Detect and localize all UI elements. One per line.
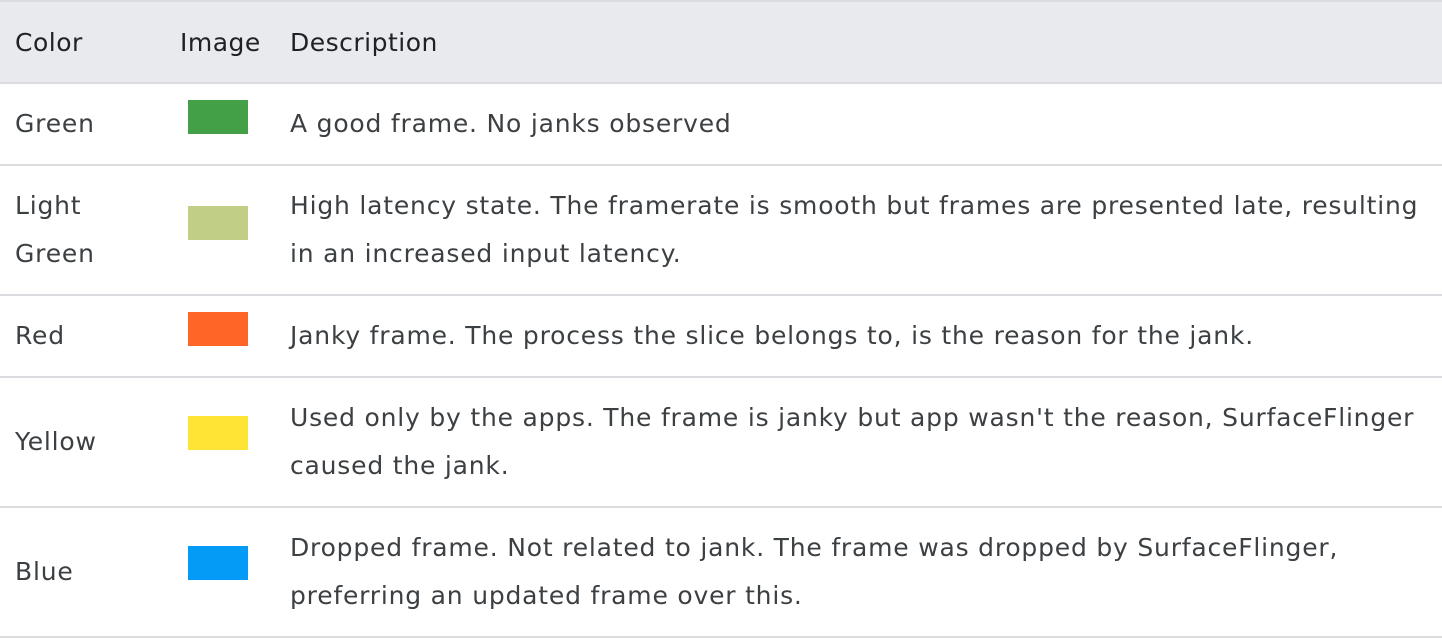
- frame-color-legend-table: Color Image Description Green A good fra…: [0, 0, 1442, 638]
- header-row: Color Image Description: [0, 0, 1442, 84]
- table-row: Light Green High latency state. The fram…: [0, 165, 1442, 296]
- color-name-cell: Green: [0, 83, 165, 166]
- header-image: Image: [165, 0, 275, 84]
- description-cell: A good frame. No janks observed: [275, 83, 1442, 166]
- table-row: Yellow Used only by the apps. The frame …: [0, 377, 1442, 508]
- header-color: Color: [0, 0, 165, 84]
- table-row: Blue Dropped frame. Not related to jank.…: [0, 507, 1442, 638]
- table-row: Red Janky frame. The process the slice b…: [0, 295, 1442, 378]
- color-name-cell: Red: [0, 295, 165, 378]
- description-cell: High latency state. The framerate is smo…: [275, 165, 1442, 296]
- header-description: Description: [275, 0, 1442, 84]
- description-cell: Dropped frame. Not related to jank. The …: [275, 507, 1442, 638]
- table-row: Green A good frame. No janks observed: [0, 83, 1442, 166]
- swatch-cell: [165, 295, 275, 378]
- table-header: Color Image Description: [0, 0, 1442, 84]
- yellow-swatch: [188, 416, 248, 450]
- light-green-swatch: [188, 206, 248, 240]
- color-name-cell: Blue: [0, 507, 165, 638]
- red-swatch: [188, 312, 248, 346]
- table-body: Green A good frame. No janks observed Li…: [0, 83, 1442, 638]
- swatch-cell: [165, 377, 275, 508]
- color-name-cell: Yellow: [0, 377, 165, 508]
- swatch-cell: [165, 507, 275, 638]
- color-name-cell: Light Green: [0, 165, 165, 296]
- green-swatch: [188, 100, 248, 134]
- blue-swatch: [188, 546, 248, 580]
- description-cell: Janky frame. The process the slice belon…: [275, 295, 1442, 378]
- description-cell: Used only by the apps. The frame is jank…: [275, 377, 1442, 508]
- swatch-cell: [165, 83, 275, 166]
- swatch-cell: [165, 165, 275, 296]
